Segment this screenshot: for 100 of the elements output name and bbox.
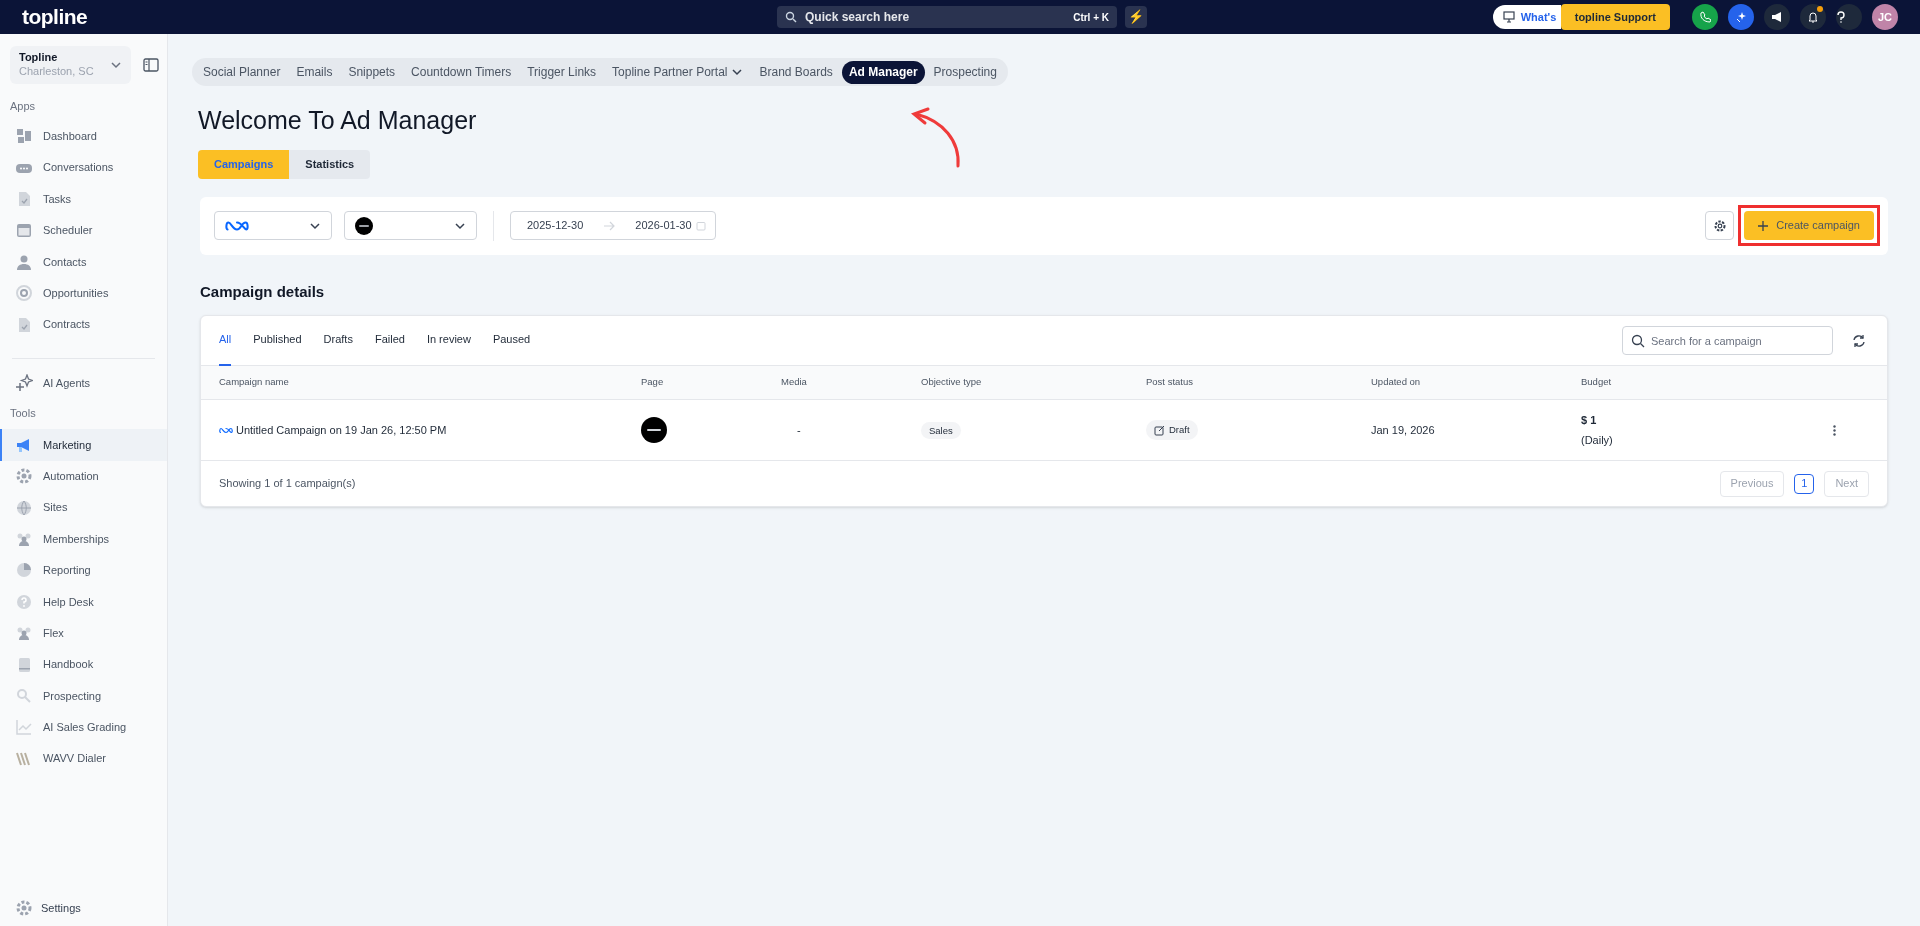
nav-tab[interactable]: Emails bbox=[289, 60, 340, 84]
sidebar-toggle-icon bbox=[143, 58, 159, 72]
objective-badge: Sales bbox=[921, 421, 961, 439]
infinity-logo-icon bbox=[225, 219, 249, 232]
column-header: Campaign name bbox=[219, 375, 290, 390]
phone-button[interactable] bbox=[1692, 4, 1718, 30]
nav-tab[interactable]: Topline Partner Portal bbox=[605, 60, 751, 84]
sidebar-item[interactable]: Help Desk bbox=[0, 586, 167, 618]
sidebar-item[interactable]: Prospecting bbox=[0, 680, 167, 712]
sparkle-icon bbox=[15, 373, 33, 392]
section-label: Apps bbox=[9, 99, 37, 114]
settings-icon bbox=[1712, 218, 1727, 233]
nav-tab[interactable]: Prospecting bbox=[926, 60, 1004, 84]
gear-icon bbox=[15, 899, 33, 917]
help-icon bbox=[15, 592, 33, 611]
gear-icon bbox=[15, 467, 33, 486]
platform-dropdown[interactable] bbox=[214, 211, 332, 240]
nav-tab[interactable]: Countdown Timers bbox=[404, 60, 519, 84]
sidebar-item[interactable]: Conversations bbox=[0, 151, 167, 184]
sidebar-item[interactable]: Opportunities bbox=[0, 277, 167, 309]
column-header: Media bbox=[781, 375, 808, 390]
nav-tab[interactable]: Social Planner bbox=[196, 60, 288, 84]
sidebar-item[interactable]: AI Agents bbox=[0, 367, 167, 399]
line-chart-icon bbox=[15, 718, 33, 737]
status-tab[interactable]: In review bbox=[426, 315, 471, 366]
sidebar-item[interactable]: Tasks bbox=[0, 183, 167, 215]
sidebar-item[interactable]: Memberships bbox=[0, 523, 167, 555]
chevron-down-icon bbox=[110, 59, 122, 71]
nav-tab[interactable]: Trigger Links bbox=[520, 60, 604, 84]
page-dropdown[interactable] bbox=[344, 211, 477, 240]
nav-tab[interactable]: Brand Boards bbox=[752, 60, 840, 84]
sidebar-item[interactable]: Dashboard bbox=[0, 120, 167, 152]
sidebar-item[interactable]: AI Sales Grading bbox=[0, 711, 167, 744]
sidebar-item[interactable]: Contracts bbox=[0, 308, 167, 341]
logo-text: topline bbox=[22, 4, 89, 31]
support-button[interactable]: topline Support bbox=[1560, 4, 1670, 30]
create-campaign-button[interactable]: Create campaign bbox=[1744, 211, 1874, 240]
page-number-button[interactable]: 1 bbox=[1794, 473, 1815, 494]
column-header: Budget bbox=[1581, 375, 1613, 390]
megaphone-icon bbox=[1771, 11, 1783, 23]
sidebar-item[interactable]: Sites bbox=[0, 491, 167, 524]
sidebar-item[interactable]: Handbook bbox=[0, 648, 167, 681]
section-label: Tools bbox=[9, 405, 37, 421]
globe-icon bbox=[15, 498, 33, 517]
campaign-name-cell[interactable]: Untitled Campaign on 19 Jan 26, 12:50 PM bbox=[236, 421, 447, 439]
whats-new-button[interactable]: What's bbox=[1492, 5, 1561, 29]
lightning-button[interactable]: ⚡ bbox=[1125, 6, 1147, 28]
question-icon bbox=[1836, 11, 1846, 23]
start-date: 2025-12-30 bbox=[527, 218, 584, 234]
notifications-button[interactable] bbox=[1800, 4, 1826, 30]
budget-amount: $ 1 bbox=[1581, 412, 1598, 428]
search-placeholder: Quick search here bbox=[805, 9, 911, 26]
sparkle-icon bbox=[1735, 11, 1747, 23]
date-range-field[interactable]: 2025-12-30 2026-01-30 bbox=[510, 211, 716, 240]
column-header: Post status bbox=[1146, 375, 1194, 390]
column-header: Page bbox=[641, 375, 665, 390]
kebab-icon bbox=[1832, 424, 1836, 436]
status-tab[interactable]: Published bbox=[253, 315, 302, 366]
status-tab[interactable]: Drafts bbox=[323, 315, 353, 366]
sidebar-item[interactable]: Reporting bbox=[0, 554, 167, 587]
search-icon bbox=[785, 11, 797, 23]
edit-icon bbox=[1154, 424, 1165, 436]
sparkle-button[interactable] bbox=[1728, 4, 1754, 30]
end-date: 2026-01-30 bbox=[635, 218, 692, 234]
shortcut-hint: Ctrl + K bbox=[1073, 10, 1109, 25]
grid-icon bbox=[15, 127, 33, 146]
refresh-icon bbox=[1852, 333, 1866, 348]
budget-period: (Daily) bbox=[1581, 433, 1614, 448]
view-tab[interactable]: Statistics bbox=[289, 149, 371, 179]
status-tab[interactable]: Failed bbox=[374, 315, 405, 366]
nav-tab[interactable]: Snippets bbox=[341, 60, 403, 84]
phone-icon bbox=[1699, 11, 1711, 23]
bell-icon bbox=[1807, 11, 1819, 23]
account-location: Charleston, SC bbox=[19, 65, 94, 79]
sidebar-item[interactable]: Contacts bbox=[0, 246, 167, 278]
announcement-button[interactable] bbox=[1764, 4, 1790, 30]
table-cell: - bbox=[797, 423, 801, 436]
sidebar-item[interactable]: WAVV Dialer bbox=[0, 743, 167, 775]
settings-button[interactable] bbox=[1705, 211, 1735, 240]
sidebar-item[interactable]: Automation bbox=[0, 460, 167, 492]
magnifier-icon bbox=[15, 686, 33, 705]
status-badge: Draft bbox=[1146, 419, 1198, 441]
column-header: Objective type bbox=[921, 375, 983, 390]
help-button[interactable] bbox=[1836, 4, 1862, 30]
settings-item[interactable]: Settings bbox=[0, 894, 167, 922]
plus-icon bbox=[1758, 220, 1769, 231]
sidebar-item[interactable]: Flex bbox=[0, 617, 167, 649]
account-switcher[interactable]: Topline Charleston, SC bbox=[10, 46, 131, 84]
page-logo-icon bbox=[641, 417, 667, 443]
whats-new-label: What's bbox=[1520, 9, 1557, 25]
status-tab[interactable]: Paused bbox=[492, 315, 531, 366]
nav-tab[interactable]: Ad Manager bbox=[841, 60, 925, 84]
sidebar-item[interactable]: Scheduler bbox=[0, 214, 167, 247]
column-header: Updated on bbox=[1371, 375, 1422, 390]
results-summary: Showing 1 of 1 campaign(s) bbox=[219, 476, 356, 492]
quick-search-field[interactable]: Quick search here Ctrl + K bbox=[777, 6, 1117, 28]
infinity-logo-icon bbox=[219, 426, 233, 434]
presentation-icon bbox=[1502, 11, 1515, 23]
campaign-search-field[interactable]: Search for a campaign bbox=[1622, 326, 1833, 355]
sidebar-item[interactable]: Marketing bbox=[0, 429, 167, 461]
